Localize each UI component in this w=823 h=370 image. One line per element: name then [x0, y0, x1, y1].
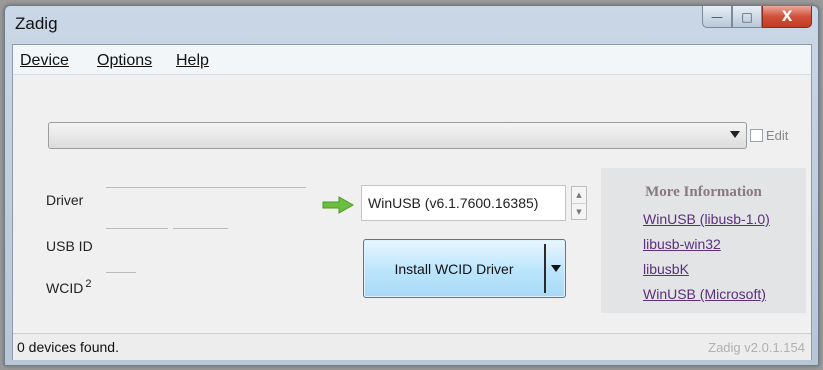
link-libusb-win32[interactable]: libusb-win32	[643, 236, 721, 252]
close-icon: X	[781, 8, 793, 25]
status-text: 0 devices found.	[17, 339, 119, 355]
edit-toggle: Edit	[750, 128, 788, 143]
edit-label: Edit	[766, 128, 789, 143]
menu-help[interactable]: Help	[176, 52, 209, 70]
usb-id-vid-line	[106, 228, 168, 229]
version-text: Zadig v2.0.1.154	[708, 340, 805, 355]
driver-spinner[interactable]: ▲ ▼	[571, 186, 587, 220]
menu-bar: Device Options Help	[13, 45, 811, 75]
maximize-icon: □	[741, 9, 753, 24]
spinner-up-icon[interactable]: ▲	[572, 187, 586, 203]
maximize-button[interactable]: □	[732, 6, 762, 28]
close-button[interactable]: X	[762, 6, 812, 28]
edit-checkbox[interactable]	[750, 129, 763, 142]
link-winusb-libusb[interactable]: WinUSB (libusb-1.0)	[643, 211, 770, 227]
spinner-down-icon[interactable]: ▼	[572, 203, 586, 219]
caption-buttons: — □ X	[702, 6, 812, 28]
title-bar[interactable]: Zadig — □ X	[5, 6, 818, 44]
chevron-down-icon[interactable]	[730, 131, 740, 138]
usb-id-pid-line	[173, 228, 228, 229]
usb-id-label: USB ID	[46, 238, 93, 254]
wcid-label-text: WCID	[46, 280, 84, 296]
link-libusbk[interactable]: libusbK	[643, 261, 689, 277]
install-driver-label: Install WCID Driver	[394, 260, 514, 277]
more-info-panel: More Information WinUSB (libusb-1.0) lib…	[601, 168, 806, 313]
more-info-heading: More Information	[645, 184, 762, 200]
client-area: Device Options Help Edit Driver USB ID W…	[12, 44, 812, 360]
device-select[interactable]	[48, 122, 747, 149]
status-bar: 0 devices found. Zadig v2.0.1.154	[13, 333, 811, 360]
install-driver-button[interactable]: Install WCID Driver	[363, 239, 566, 298]
link-winusb-microsoft[interactable]: WinUSB (Microsoft)	[643, 286, 766, 302]
wcid-footnote[interactable]: 2	[85, 278, 91, 290]
driver-value-line	[106, 187, 306, 188]
split-divider	[544, 244, 546, 293]
minimize-icon: —	[711, 9, 723, 24]
window-title: Zadig	[15, 14, 58, 33]
minimize-button[interactable]: —	[702, 6, 732, 28]
target-driver-field[interactable]: WinUSB (v6.1.7600.16385)	[361, 185, 566, 221]
driver-label: Driver	[46, 192, 84, 208]
wcid-value-line	[106, 272, 136, 273]
zadig-window: Zadig — □ X Device Options Help Edit Dri…	[4, 5, 819, 366]
chevron-down-icon[interactable]	[551, 265, 561, 272]
menu-options[interactable]: Options	[97, 52, 152, 70]
wcid-label: WCID 2	[46, 278, 91, 296]
arrow-right-icon	[322, 196, 355, 214]
menu-device[interactable]: Device	[20, 52, 69, 70]
